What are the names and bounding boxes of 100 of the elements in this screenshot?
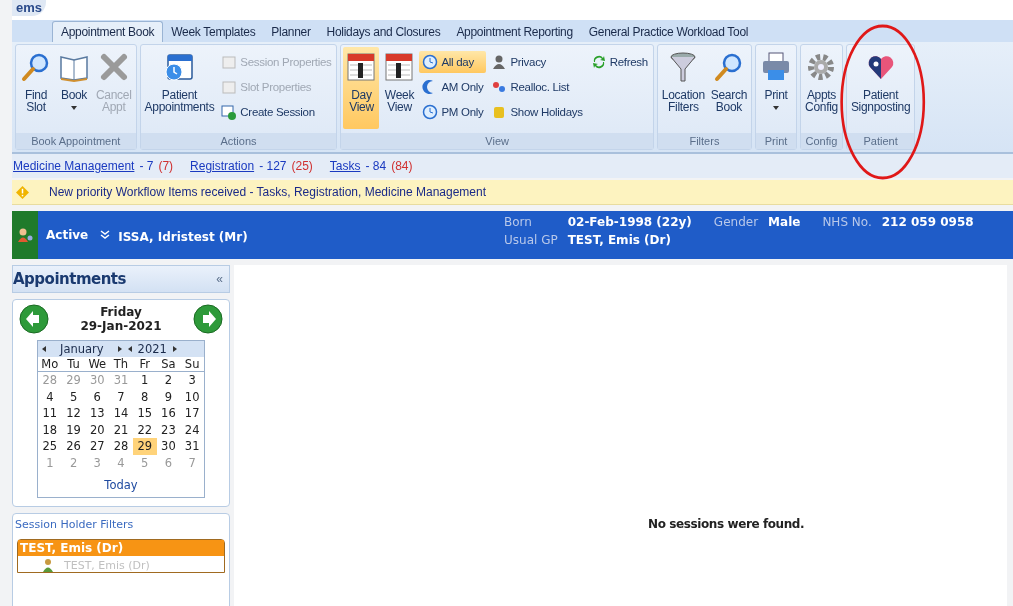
calendar-day[interactable]: 21 — [109, 421, 133, 438]
ribbon-tab[interactable]: General Practice Workload Tool — [580, 22, 757, 42]
calendar-day[interactable]: 18 — [38, 421, 62, 438]
calendar-day[interactable]: 30 — [156, 438, 181, 455]
next-year-icon[interactable] — [172, 346, 177, 352]
calendar-day[interactable]: 16 — [156, 405, 181, 422]
workflow-count: - 84 — [365, 159, 387, 173]
field-value: 212 059 0958 — [881, 215, 974, 229]
ribbon-button[interactable]: Refresh — [587, 51, 651, 73]
ribbon-button[interactable]: Print — [758, 47, 795, 129]
group-title: Actions — [140, 133, 337, 149]
ribbon-button[interactable]: Day View — [343, 47, 380, 129]
calendar-day[interactable]: 8 — [132, 388, 157, 405]
calendar-day[interactable]: 5 — [61, 388, 86, 405]
ribbon-button[interactable]: Appts Config — [803, 47, 840, 129]
ribbon-tab[interactable]: Week Templates — [163, 22, 264, 42]
calendar-day[interactable]: 28 — [109, 438, 133, 455]
calendar-day[interactable]: 20 — [85, 421, 110, 438]
ribbon-button[interactable]: Find Slot — [18, 47, 54, 129]
calendar-day[interactable]: 1 — [132, 372, 157, 389]
ribbon-tab[interactable]: Holidays and Closures — [318, 22, 449, 42]
app-logo[interactable]: ems — [12, 0, 47, 16]
group-title: Filters — [657, 133, 752, 149]
person-icon — [491, 54, 508, 70]
workflow-link[interactable]: Registration — [190, 159, 255, 173]
calendar-day[interactable]: 25 — [38, 438, 62, 455]
calendar-day[interactable]: 13 — [85, 405, 110, 422]
person-icon — [42, 558, 54, 572]
calendar-day[interactable]: 11 — [38, 405, 62, 422]
ribbon-button[interactable]: Book — [56, 47, 92, 129]
calendar-day[interactable]: 4 — [38, 388, 62, 405]
ribbon-button[interactable]: Realloc. List — [488, 76, 586, 98]
field-value: TEST, Emis (Dr) — [567, 233, 672, 247]
calendar-day[interactable]: 15 — [132, 405, 157, 422]
field-label: NHS No. — [822, 215, 872, 229]
doc-icon — [221, 79, 238, 95]
calendar-day[interactable]: 26 — [61, 438, 86, 455]
weekday-label: Su — [183, 357, 201, 371]
calendar-day[interactable]: 19 — [61, 421, 86, 438]
previous-month-icon[interactable] — [42, 346, 46, 352]
calendar-day[interactable]: 14 — [109, 405, 133, 422]
ribbon-button[interactable]: Search Book — [708, 47, 750, 129]
calendar-day[interactable]: 12 — [61, 405, 86, 422]
chevron-icon[interactable] — [100, 230, 111, 240]
workflow-link[interactable]: Medicine Management — [13, 159, 135, 173]
calendar-day[interactable]: 6 — [85, 388, 110, 405]
panel-title: Appointments — [13, 270, 126, 288]
filters-title: Session Holder Filters — [15, 518, 135, 531]
weekday-label: Th — [112, 357, 130, 371]
calendar-day[interactable]: 24 — [180, 421, 204, 438]
ribbon-button[interactable]: Week View — [381, 47, 418, 129]
calendar-day[interactable]: 22 — [132, 421, 157, 438]
ribbon-tab[interactable]: Appointment Reporting — [448, 22, 581, 42]
person-icon — [12, 211, 38, 259]
group-title: View — [341, 133, 653, 149]
calendar-day[interactable]: 31 — [180, 438, 204, 455]
month-name[interactable]: January — [60, 342, 104, 356]
day-icon — [345, 51, 378, 83]
workflow-count: - 7 — [139, 159, 154, 173]
cal-add-icon — [221, 104, 238, 120]
calendar-day[interactable]: 3 — [180, 372, 204, 389]
weekday-label: Fr — [138, 357, 151, 371]
calendar-day[interactable]: 17 — [180, 405, 204, 422]
field-label: Usual GP — [504, 233, 558, 247]
calendar-day[interactable]: 10 — [180, 388, 204, 405]
current-date: 29-Jan-2021 — [80, 319, 162, 333]
ribbon-button[interactable]: Patient Signposting — [848, 47, 913, 129]
previous-year-icon[interactable] — [127, 346, 132, 352]
collapse-button[interactable]: « — [210, 272, 229, 286]
week-icon — [383, 51, 416, 83]
ribbon-button[interactable]: AM Only — [419, 76, 487, 98]
ribbon-tab[interactable]: Appointment Book — [52, 21, 164, 42]
ribbon-button[interactable]: PM Only — [419, 101, 487, 123]
ribbon-tab[interactable]: Planner — [263, 22, 319, 42]
weekday-label: Mo — [40, 357, 60, 371]
calendar-day[interactable]: 7 — [109, 388, 133, 405]
ribbon-button[interactable]: All day — [419, 51, 487, 73]
workflow-link[interactable]: Tasks — [329, 159, 361, 173]
realloc-icon — [491, 79, 508, 95]
workflow-count: - 127 — [259, 159, 287, 173]
ribbon-button[interactable]: Patient Appointments — [142, 47, 217, 129]
patient-name: ISSA, Idristest (Mr) — [118, 230, 248, 244]
ribbon-button[interactable]: Show Holidays — [488, 101, 586, 123]
calendar-day[interactable]: 2 — [156, 372, 181, 389]
calendar-day[interactable]: 29 — [132, 438, 157, 455]
calendar-day[interactable]: 27 — [85, 438, 110, 455]
calendar-day[interactable]: 23 — [156, 421, 181, 438]
patient-status: Active — [46, 228, 89, 242]
year[interactable]: 2021 — [137, 342, 167, 356]
calendar-day[interactable]: 9 — [156, 388, 181, 405]
ribbon-button[interactable]: Privacy — [488, 51, 586, 73]
new-count: (84) — [391, 159, 413, 173]
next-month-icon[interactable] — [117, 346, 122, 352]
ribbon-button[interactable]: Location Filters — [659, 47, 707, 129]
ribbon-button[interactable]: Create Session — [218, 101, 335, 123]
banner-text: New priority Workflow Items received - Tasks, Registration, Medicine Management — [49, 185, 487, 199]
today-button[interactable]: Today — [98, 477, 144, 493]
field-label: Born — [504, 215, 533, 229]
clock-icon — [422, 54, 439, 70]
new-count: (7) — [158, 159, 174, 173]
